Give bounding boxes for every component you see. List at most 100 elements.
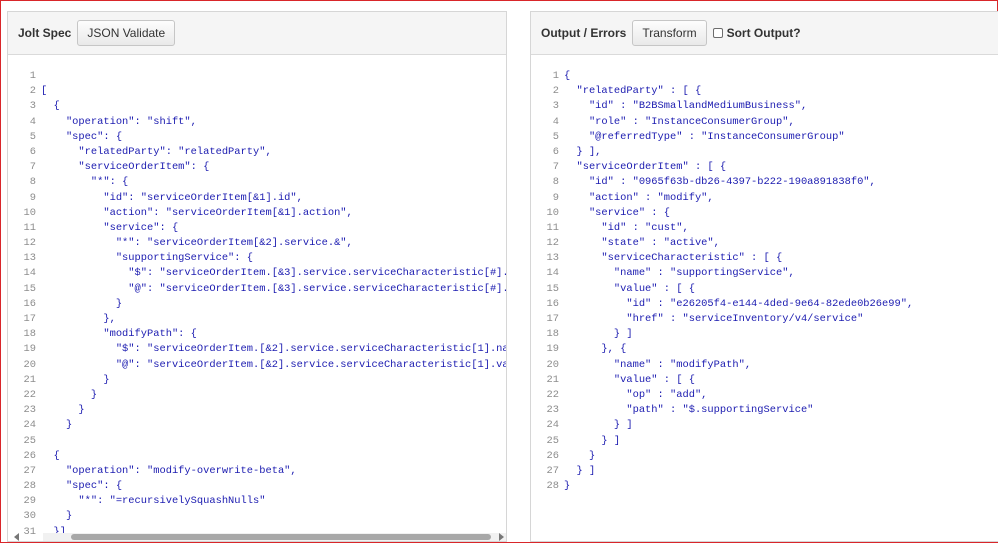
output-code-lines[interactable]: 1{2 "relatedParty" : [ {3 "id" : "B2BSma… <box>531 62 998 494</box>
code-text: "supportingService": { <box>41 252 254 265</box>
code-line[interactable]: 12 "state" : "active", <box>531 236 998 251</box>
code-line[interactable]: 30 } <box>8 509 506 524</box>
code-line[interactable]: 9 "action" : "modify", <box>531 191 998 206</box>
line-number: 17 <box>546 313 559 325</box>
code-line[interactable]: 22 "op" : "add", <box>531 388 998 403</box>
scrollbar-thumb[interactable] <box>71 534 491 540</box>
code-text: "relatedParty" : [ { <box>564 85 702 98</box>
code-line[interactable]: 8 "id" : "0965f63b-db26-4397-b222-190a89… <box>531 175 998 190</box>
line-number: 23 <box>23 404 36 417</box>
code-line[interactable]: 5 "@referredType" : "InstanceConsumerGro… <box>531 130 998 145</box>
code-line[interactable]: 16 "id" : "e26205f4-e144-4ded-9e64-82ede… <box>531 297 998 312</box>
code-line[interactable]: 2[ <box>8 84 506 99</box>
code-line[interactable]: 16 } <box>8 297 506 312</box>
code-line[interactable]: 29 "*": "=recursivelySquashNulls" <box>8 494 506 509</box>
code-text: } ], <box>564 145 602 158</box>
code-line[interactable]: 18 } ] <box>531 327 998 342</box>
code-text: "state" : "active", <box>564 237 720 250</box>
code-line[interactable]: 7 "serviceOrderItem" : [ { <box>531 160 998 175</box>
scroll-right-icon[interactable] <box>499 533 504 541</box>
code-line[interactable]: 28 "spec": { <box>8 479 506 494</box>
code-line[interactable]: 26 } <box>531 449 998 464</box>
json-validate-button[interactable]: JSON Validate <box>77 20 176 46</box>
transform-button[interactable]: Transform <box>632 20 707 46</box>
output-editor[interactable]: 1{2 "relatedParty" : [ {3 "id" : "B2BSma… <box>531 62 998 541</box>
jolt-spec-code-lines[interactable]: 1 2[3 {4 "operation": "shift", 5 "spec": {… <box>8 62 506 541</box>
code-line[interactable]: 23 "path" : "$.supportingService" <box>531 403 998 418</box>
code-line[interactable]: 9 "id": "serviceOrderItem[&1].id", <box>8 191 506 206</box>
line-number: 29 <box>23 495 36 508</box>
code-line[interactable]: 10 "action": "serviceOrderItem[&1].actio… <box>8 206 506 221</box>
output-panel: Output / Errors Transform Sort Output? 1… <box>530 11 998 542</box>
code-line[interactable]: 24 } <box>8 418 506 433</box>
code-line[interactable]: 24 } ] <box>531 418 998 433</box>
code-line[interactable]: 11 "id" : "cust", <box>531 221 998 236</box>
code-line[interactable]: 27 } ] <box>531 464 998 479</box>
code-line[interactable]: 1{ <box>531 69 998 84</box>
code-line[interactable]: 18 "modifyPath": { <box>8 327 506 342</box>
code-line[interactable]: 1 <box>8 69 506 84</box>
code-line[interactable]: 7 "serviceOrderItem": { <box>8 160 506 175</box>
code-line[interactable]: 25 <box>8 434 506 449</box>
code-line[interactable]: 15 "value" : [ { <box>531 282 998 297</box>
code-text: "@": "serviceOrderItem.[&3].service.serv… <box>41 282 506 295</box>
code-text: } <box>564 449 596 462</box>
code-text: "role" : "InstanceConsumerGroup", <box>564 115 795 128</box>
sort-output-label[interactable]: Sort Output? <box>727 26 801 40</box>
line-number: 30 <box>23 510 36 523</box>
code-text: { <box>41 449 60 462</box>
line-number: 15 <box>23 282 36 295</box>
code-line[interactable]: 23 } <box>8 403 506 418</box>
code-line[interactable]: 25 } ] <box>531 434 998 449</box>
code-line[interactable]: 21 "value" : [ { <box>531 373 998 388</box>
code-line[interactable]: 28} <box>531 479 998 494</box>
code-line[interactable]: 10 "service" : { <box>531 206 998 221</box>
code-line[interactable]: 21 } <box>8 373 506 388</box>
code-line[interactable]: 13 "supportingService": { <box>8 251 506 266</box>
code-line[interactable]: 4 "role" : "InstanceConsumerGroup", <box>531 115 998 130</box>
code-line[interactable]: 5 "spec": { <box>8 130 506 145</box>
line-number: 3 <box>552 100 559 113</box>
code-line[interactable]: 17 }, <box>8 312 506 327</box>
line-number: 6 <box>29 145 36 158</box>
code-line[interactable]: 17 "href" : "serviceInventory/v4/service… <box>531 312 998 327</box>
line-number: 31 <box>23 525 36 538</box>
line-number: 9 <box>29 191 36 204</box>
output-title: Output / Errors <box>541 26 627 40</box>
code-line[interactable]: 8 "*": { <box>8 175 506 190</box>
code-line[interactable]: 14 "name" : "supportingService", <box>531 266 998 281</box>
code-line[interactable]: 27 "operation": "modify-overwrite-beta", <box>8 464 506 479</box>
horizontal-scrollbar[interactable] <box>43 533 506 541</box>
line-number: 20 <box>23 358 36 371</box>
jolt-spec-editor[interactable]: 1 2[3 {4 "operation": "shift", 5 "spec": {… <box>8 62 506 541</box>
code-text: { <box>564 70 571 82</box>
code-line[interactable]: 3 { <box>8 99 506 114</box>
code-line[interactable]: 3 "id" : "B2BSmallandMediumBusiness", <box>531 99 998 114</box>
line-number: 23 <box>546 404 559 417</box>
code-line[interactable]: 14 "$": "serviceOrderItem.[&3].service.s… <box>8 266 506 281</box>
line-number: 27 <box>546 464 559 477</box>
code-line[interactable]: 11 "service": { <box>8 221 506 236</box>
code-line[interactable]: 13 "serviceCharacteristic" : [ { <box>531 251 998 266</box>
code-text: "action": "serviceOrderItem[&1].action", <box>41 206 353 219</box>
code-line[interactable]: 22 } <box>8 388 506 403</box>
code-line[interactable]: 2 "relatedParty" : [ { <box>531 84 998 99</box>
line-number: 22 <box>546 388 559 401</box>
code-line[interactable]: 20 "@": "serviceOrderItem.[&2].service.s… <box>8 358 506 373</box>
line-number: 18 <box>546 328 559 341</box>
code-line[interactable]: 6 } ], <box>531 145 998 160</box>
code-line[interactable]: 4 "operation": "shift", <box>8 115 506 130</box>
line-number: 18 <box>23 328 36 341</box>
code-line[interactable]: 6 "relatedParty": "relatedParty", <box>8 145 506 160</box>
code-line[interactable]: 26 { <box>8 449 506 464</box>
code-line[interactable]: 15 "@": "serviceOrderItem.[&3].service.s… <box>8 282 506 297</box>
scroll-left-icon[interactable] <box>14 533 19 541</box>
code-text: "*": { <box>41 176 129 189</box>
code-line[interactable]: 20 "name" : "modifyPath", <box>531 358 998 373</box>
sort-output-checkbox[interactable] <box>712 28 723 38</box>
code-line[interactable]: 12 "*": "serviceOrderItem[&2].service.&"… <box>8 236 506 251</box>
code-line[interactable]: 19 "$": "serviceOrderItem.[&2].service.s… <box>8 342 506 357</box>
code-line[interactable]: 19 }, { <box>531 342 998 357</box>
code-text: "name" : "modifyPath", <box>564 358 752 371</box>
code-text: "path" : "$.supportingService" <box>564 404 814 417</box>
